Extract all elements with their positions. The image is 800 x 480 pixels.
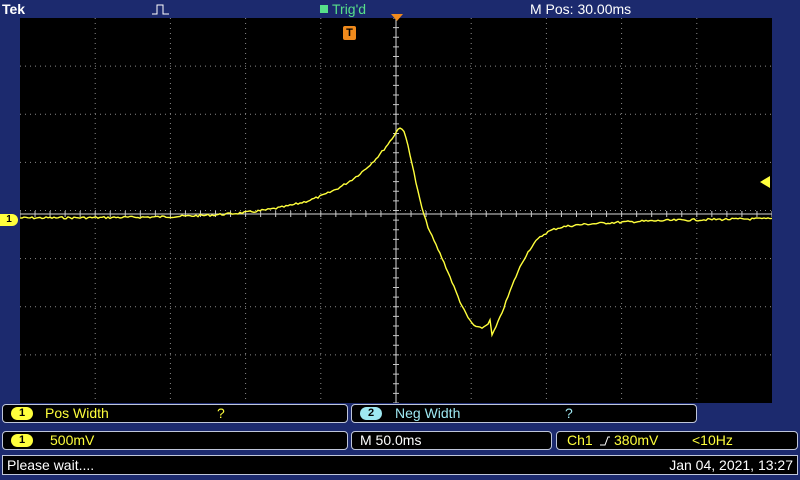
- graticule: [20, 18, 772, 403]
- status-bar: Please wait.... Jan 04, 2021, 13:27: [2, 455, 798, 475]
- measurement-value: ?: [565, 405, 573, 421]
- trigger-status-icon: [320, 5, 328, 13]
- trigger-position-marker[interactable]: [391, 14, 403, 22]
- trigger-type-icon: [152, 4, 169, 15]
- trigger-t-marker[interactable]: T: [343, 26, 356, 40]
- volts-per-div: 500mV: [50, 432, 95, 448]
- frequency-readout: <10Hz: [692, 432, 733, 448]
- measurement-value: ?: [217, 405, 225, 421]
- channel1-badge: 1: [11, 434, 33, 447]
- trigger-t-label: T: [346, 27, 353, 39]
- rising-edge-icon: [600, 436, 610, 446]
- channel1-scale-readout[interactable]: 1 500mV: [2, 431, 348, 450]
- brand-logo: Tek: [2, 1, 26, 17]
- date-time: Jan 04, 2021, 13:27: [669, 457, 793, 473]
- trigger-state-label: Trig'd: [332, 1, 367, 17]
- channel2-badge: 2: [360, 407, 382, 420]
- timebase-readout[interactable]: M 50.0ms: [351, 431, 552, 450]
- measurement-label: Pos Width: [45, 405, 109, 421]
- channel1-ground-marker[interactable]: 1: [0, 214, 18, 226]
- timebase-value: M 50.0ms: [360, 432, 422, 448]
- trigger-level: 380mV: [614, 432, 659, 448]
- waveform-display: [20, 18, 772, 403]
- horizontal-position: M Pos: 30.00ms: [530, 1, 632, 17]
- measurement-neg-width[interactable]: 2 Neg Width ?: [351, 404, 697, 423]
- trigger-level-marker[interactable]: [760, 176, 770, 188]
- measurement-pos-width[interactable]: 1 Pos Width ?: [2, 404, 348, 423]
- trigger-source: Ch1: [567, 432, 593, 448]
- status-message: Please wait....: [7, 457, 95, 473]
- channel1-badge: 1: [11, 407, 33, 420]
- trigger-readout[interactable]: Ch1 380mV <10Hz: [556, 431, 798, 450]
- trigger-state: Trig'd: [320, 1, 366, 17]
- channel1-ground-label: 1: [6, 214, 12, 225]
- measurement-label: Neg Width: [395, 405, 461, 421]
